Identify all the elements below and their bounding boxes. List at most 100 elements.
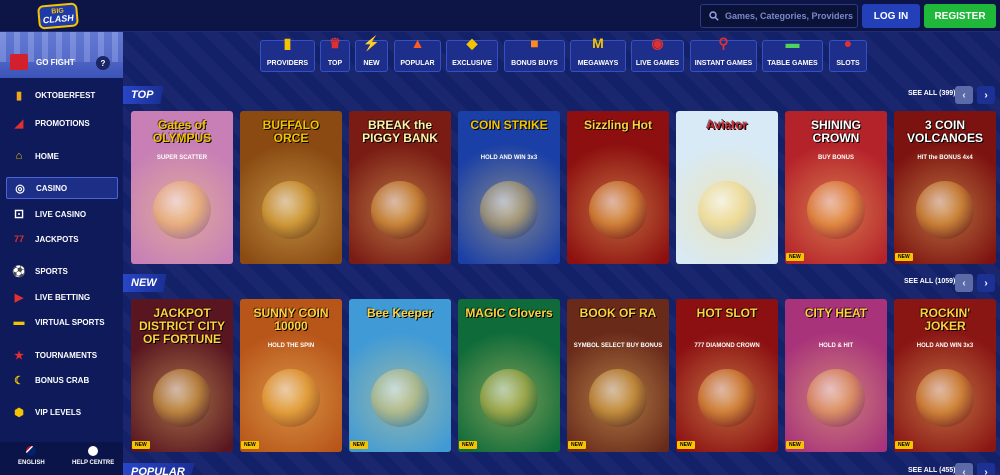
game-artwork (153, 369, 211, 427)
game-tile[interactable]: Sizzling Hot (567, 111, 669, 264)
help-centre-label: HELP CENTRE (72, 460, 115, 466)
section-header-top: TOP SEE ALL (399) ‹ › (123, 86, 1000, 106)
new-badge: NEW (459, 441, 477, 449)
category-top[interactable]: ♛ TOP (320, 35, 350, 72)
new-badge: NEW (786, 441, 804, 449)
game-subtitle: HOLD & HIT (818, 343, 854, 349)
game-tile[interactable]: COIN STRIKE HOLD AND WIN 3x3 (458, 111, 560, 264)
game-tile[interactable]: HOT SLOT 777 DIAMOND CROWN NEW (676, 299, 778, 452)
game-tile[interactable]: CITY HEAT HOLD & HIT NEW (785, 299, 887, 452)
scroll-left-button[interactable]: ‹ (955, 463, 973, 475)
sidebar-item-home[interactable]: ⌂ HOME (6, 145, 118, 167)
game-artwork (153, 181, 211, 239)
fight-box-icon (10, 54, 28, 70)
help-centre-link[interactable]: HELP CENTRE (72, 446, 114, 466)
game-artwork (698, 181, 756, 239)
game-tile[interactable]: Aviator (676, 111, 778, 264)
vip-hexagon-icon: ⬢ (14, 406, 24, 419)
game-artwork (262, 181, 320, 239)
game-tile[interactable]: MAGIC Clovers NEW (458, 299, 560, 452)
sidebar: GO FIGHT ? ▮ OKTOBERFEST ◢ PROMOTIONS ⌂ … (0, 32, 123, 475)
section-title: POPULAR (123, 463, 195, 475)
sidebar-item-sports[interactable]: ⚽ SPORTS (6, 260, 118, 282)
sidebar-item-label: JACKPOTS (35, 234, 79, 244)
category-label: TOP (327, 60, 343, 67)
megaphone-icon: ◢ (14, 117, 24, 130)
category-megaways[interactable]: M MEGAWAYS (570, 35, 626, 72)
sidebar-item-live-betting[interactable]: ▶ LIVE BETTING (6, 286, 118, 308)
game-artwork (262, 369, 320, 427)
search-icon (709, 11, 719, 21)
category-bonus-buys[interactable]: ■ BONUS BUYS (504, 35, 565, 72)
search-input[interactable] (725, 11, 855, 21)
bar-icon: ▮ (283, 34, 292, 51)
game-artwork (371, 181, 429, 239)
login-button[interactable]: LOG IN (862, 4, 920, 28)
go-fight-promo[interactable]: GO FIGHT ? (0, 32, 123, 78)
scroll-right-button[interactable]: › (977, 463, 995, 475)
sidebar-item-promotions[interactable]: ◢ PROMOTIONS (6, 112, 118, 134)
game-tile[interactable]: ROCKIN' JOKER HOLD AND WIN 3x3 NEW (894, 299, 996, 452)
sidebar-item-oktoberfest[interactable]: ▮ OKTOBERFEST (6, 84, 118, 106)
game-artwork (480, 369, 538, 427)
register-button[interactable]: REGISTER (924, 4, 996, 28)
sidebar-item-label: LIVE BETTING (35, 292, 91, 302)
language-selector[interactable]: ENGLISH (18, 446, 45, 466)
game-title: COIN STRIKE (470, 118, 548, 132)
game-tile[interactable]: BOOK OF RA SYMBOL SELECT BUY BONUS NEW (567, 299, 669, 452)
scroll-left-button[interactable]: ‹ (955, 274, 973, 292)
category-instant-games[interactable]: ⚲ INSTANT GAMES (690, 35, 757, 72)
sidebar-item-casino[interactable]: ◎ CASINO (6, 177, 118, 199)
see-all-link[interactable]: SEE ALL (399) (908, 90, 955, 97)
game-title: SHINING CROWN (810, 118, 861, 145)
category-live-games[interactable]: ◉ LIVE GAMES (631, 35, 684, 72)
scroll-left-button[interactable]: ‹ (955, 86, 973, 104)
search-box[interactable] (700, 4, 858, 28)
game-subtitle: HOLD AND WIN 3x3 (480, 155, 538, 161)
sidebar-item-label: OKTOBERFEST (35, 90, 96, 100)
game-tile[interactable]: SUNNY COIN 10000 HOLD THE SPIN NEW (240, 299, 342, 452)
game-tile[interactable]: JACKPOT DISTRICT CITY OF FORTUNE NEW (131, 299, 233, 452)
sidebar-item-live-casino[interactable]: ⚀ LIVE CASINO (6, 203, 118, 225)
sidebar-item-label: TOURNAMENTS (35, 350, 98, 360)
beer-icon: ▮ (15, 89, 23, 102)
crown-icon: ♛ (328, 34, 342, 51)
category-label: INSTANT GAMES (694, 60, 753, 67)
stadium-icon: ▬ (13, 316, 25, 328)
category-slots[interactable]: ● SLOTS (829, 35, 867, 72)
game-tile[interactable]: Gates of OLYMPUS SUPER SCATTER (131, 111, 233, 264)
site-logo[interactable]: BIG CLASH (37, 2, 79, 30)
see-all-link[interactable]: SEE ALL (1059) (904, 278, 955, 285)
scroll-right-button[interactable]: › (977, 274, 995, 292)
sidebar-item-vip-levels[interactable]: ⬢ VIP LEVELS (6, 401, 118, 423)
sidebar-item-jackpots[interactable]: 77 JACKPOTS (6, 228, 118, 250)
category-exclusive[interactable]: ◆ EXCLUSIVE (446, 35, 498, 72)
game-title: BOOK OF RA (579, 306, 657, 320)
help-button[interactable]: ? (96, 56, 110, 70)
sidebar-item-label: VIRTUAL SPORTS (35, 317, 105, 327)
category-table-games[interactable]: ▬ TABLE GAMES (762, 35, 823, 72)
category-providers[interactable]: ▮ PROVIDERS (260, 35, 315, 72)
question-icon (88, 446, 99, 456)
game-title: ROCKIN' JOKER (919, 306, 971, 333)
game-tile[interactable]: BREAK the PIGGY BANK (349, 111, 451, 264)
sidebar-item-tournaments[interactable]: ★ TOURNAMENTS (6, 344, 118, 366)
sidebar-item-bonus-crab[interactable]: ☾ BONUS CRAB (6, 369, 118, 391)
new-badge: NEW (786, 253, 804, 261)
category-new[interactable]: ⚡ NEW (355, 35, 388, 72)
scroll-right-button[interactable]: › (977, 86, 995, 104)
game-artwork (589, 369, 647, 427)
see-all-link[interactable]: SEE ALL (455) (908, 467, 955, 474)
game-subtitle: SYMBOL SELECT BUY BONUS (573, 343, 663, 349)
soccer-ball-icon: ⚽ (12, 265, 26, 278)
game-tile[interactable]: 3 COIN VOLCANOES HIT the BONUS 4x4 NEW (894, 111, 996, 264)
sidebar-item-label: CASINO (36, 183, 68, 193)
game-artwork (698, 369, 756, 427)
game-tile[interactable]: BUFFALO ORCE (240, 111, 342, 264)
game-artwork (807, 369, 865, 427)
category-popular[interactable]: ▲ POPULAR (394, 35, 441, 72)
game-subtitle: SUPER SCATTER (156, 155, 208, 161)
game-tile[interactable]: Bee Keeper NEW (349, 299, 451, 452)
sidebar-item-virtual-sports[interactable]: ▬ VIRTUAL SPORTS (6, 311, 118, 333)
game-tile[interactable]: SHINING CROWN BUY BONUS NEW (785, 111, 887, 264)
